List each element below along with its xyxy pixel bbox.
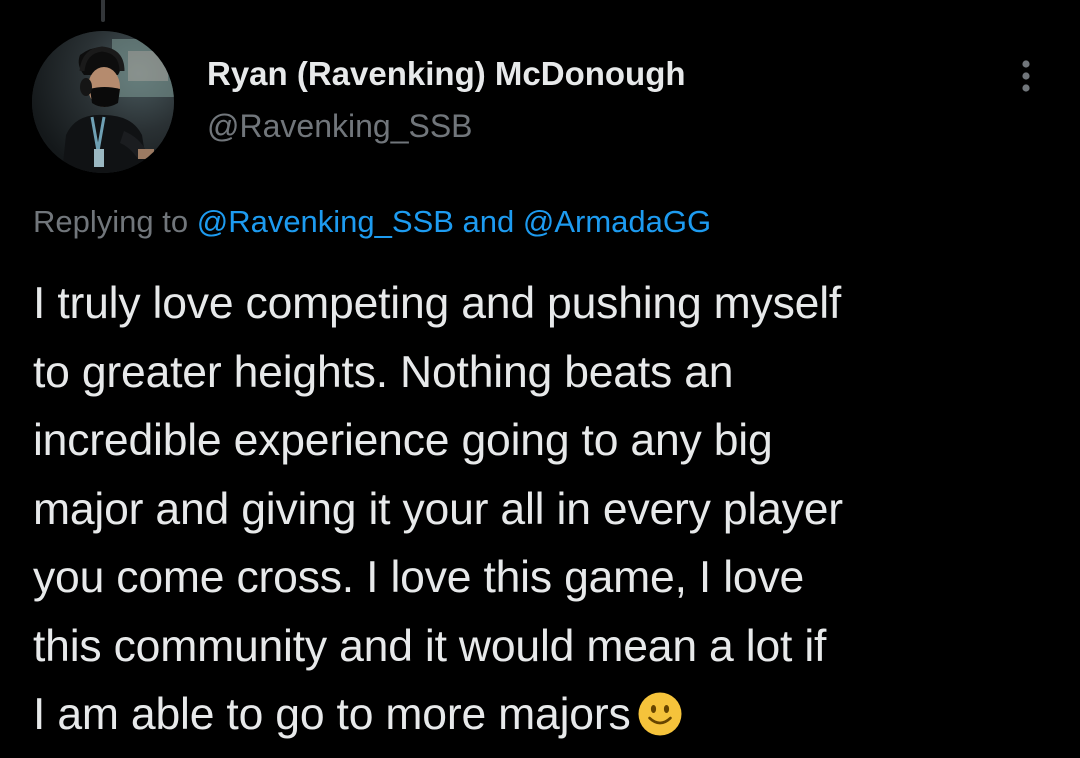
reply-context: Replying to @Ravenking_SSB and @ArmadaGG	[33, 200, 711, 244]
author-display-name[interactable]: Ryan (Ravenking) McDonough	[207, 52, 686, 96]
author-handle[interactable]: @Ravenking_SSB	[207, 104, 686, 148]
tweet-text-line: you come cross. I love this game, I love	[33, 553, 805, 602]
slightly-smiling-face-icon	[637, 689, 683, 758]
mention-link-armadagg[interactable]: @ArmadaGG	[523, 204, 711, 239]
profile-photo-icon	[32, 31, 174, 173]
more-options-button[interactable]	[1004, 54, 1048, 98]
tweet-text-line: incredible experience going to any big	[33, 416, 773, 465]
tweet-text-line: I truly love competing and pushing mysel…	[33, 279, 842, 328]
avatar[interactable]	[32, 31, 174, 173]
mention-joiner: and	[453, 204, 523, 239]
more-options-icon	[1022, 60, 1030, 92]
reply-context-prefix: Replying to	[33, 204, 197, 239]
tweet-text-line: major and giving it your all in every pl…	[33, 484, 843, 534]
tweet-body: I truly love competing and pushing mysel…	[33, 270, 1063, 758]
mention-link-ravenking[interactable]: @Ravenking_SSB	[197, 204, 454, 239]
tweet-text-last-line: I am able to go to more majors	[33, 681, 1063, 758]
tweet-text-last-line-text: I am able to go to more majors	[33, 690, 631, 739]
tweet-text-line: to greater heights. Nothing beats an	[33, 347, 734, 397]
tweet-text-line: this community and it would mean a lot i…	[33, 621, 827, 671]
thread-connector-line	[101, 0, 105, 22]
tweet-header: Ryan (Ravenking) McDonough @Ravenking_SS…	[207, 52, 686, 148]
